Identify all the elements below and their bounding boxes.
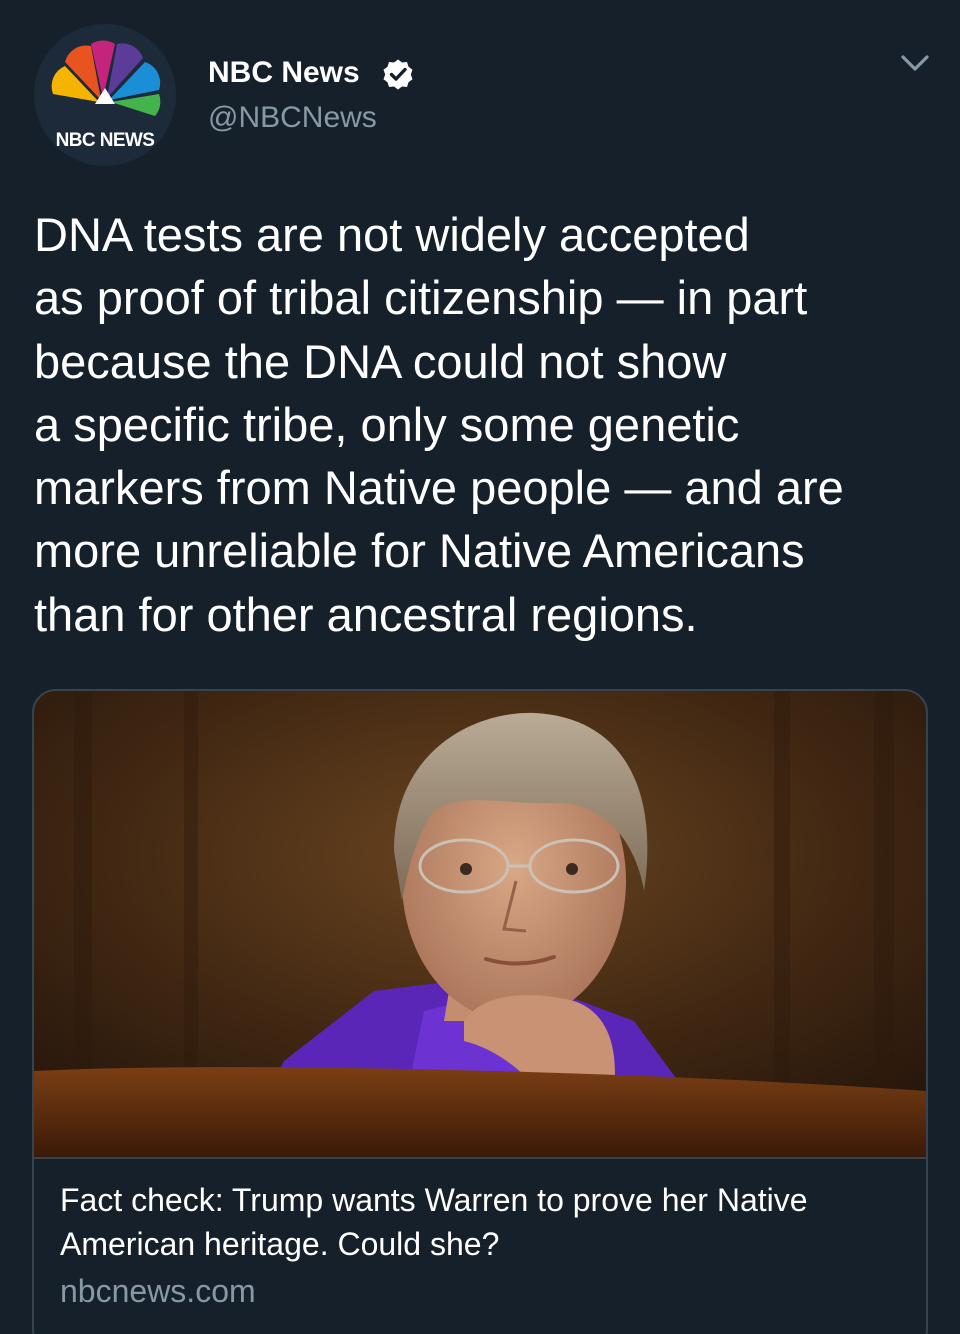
chevron-down-icon[interactable] <box>898 48 932 78</box>
avatar[interactable]: NBC NEWS <box>34 24 176 166</box>
avatar-label: NBC NEWS <box>55 130 155 151</box>
tweet-text: DNA tests are not widely accepted as pro… <box>34 203 934 646</box>
card-title-line: American heritage. Could she? <box>60 1226 500 1262</box>
tweet-text-line: because the DNA could not show <box>34 334 727 388</box>
card-image[interactable] <box>34 691 926 1157</box>
account-handle[interactable]: @NBCNews <box>208 101 377 135</box>
card-domain: nbcnews.com <box>60 1273 256 1309</box>
tweet-text-line: DNA tests are not widely accepted <box>34 208 750 261</box>
tweet-text-line: markers from Native people — and are <box>34 461 844 515</box>
tweet-text-line: more unreliable for Native Americans <box>34 524 805 578</box>
tweet-text-line: a specific tribe, only some genetic <box>34 397 740 451</box>
tweet-text-line: as proof of tribal citizenship — in part <box>34 271 808 325</box>
verified-badge-icon <box>383 59 413 90</box>
display-name[interactable]: NBC News <box>208 56 360 90</box>
card-divider <box>34 1157 926 1159</box>
card-title-line: Fact check: Trump wants Warren to prove … <box>60 1182 808 1218</box>
card-title[interactable]: Fact check: Trump wants Warren to prove … <box>60 1178 900 1266</box>
tweet-text-line: than for other ancestral regions. <box>34 587 698 641</box>
link-card[interactable]: Fact check: Trump wants Warren to prove … <box>32 689 928 1334</box>
